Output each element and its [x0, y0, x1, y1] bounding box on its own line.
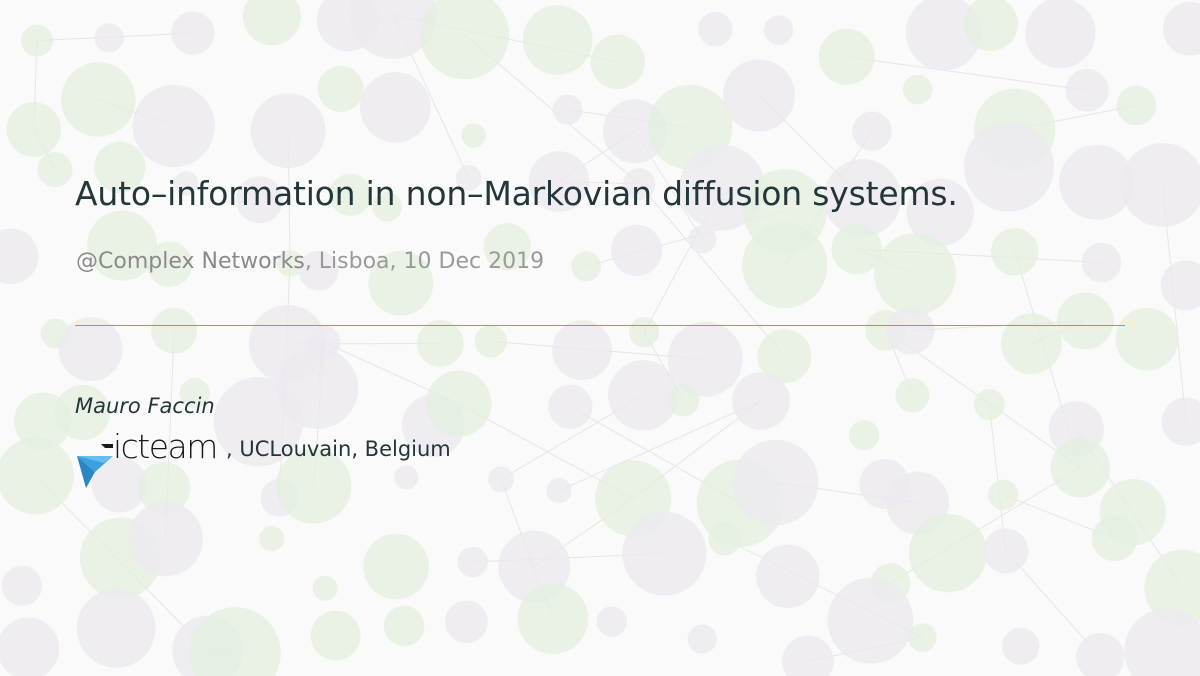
- title-divider: [75, 325, 1125, 326]
- affiliation-text: , UCLouvain, Belgium: [226, 437, 451, 461]
- subtitle-venue: @Complex Networks: [76, 249, 305, 274]
- logo-wordmark: icteam: [113, 427, 218, 466]
- icteam-logo-icon: icteam: [75, 427, 235, 490]
- title-slide: Auto–information in non–Markovian diffus…: [0, 0, 1200, 676]
- slide-title: Auto–information in non–Markovian diffus…: [75, 174, 958, 213]
- logo-mark-icon: [77, 444, 113, 488]
- subtitle-location-date: , Lisboa, 10 Dec 2019: [304, 249, 545, 274]
- slide-subtitle: @Complex Networks, Lisboa, 10 Dec 2019: [76, 249, 544, 274]
- author-name: Mauro Faccin: [75, 394, 215, 418]
